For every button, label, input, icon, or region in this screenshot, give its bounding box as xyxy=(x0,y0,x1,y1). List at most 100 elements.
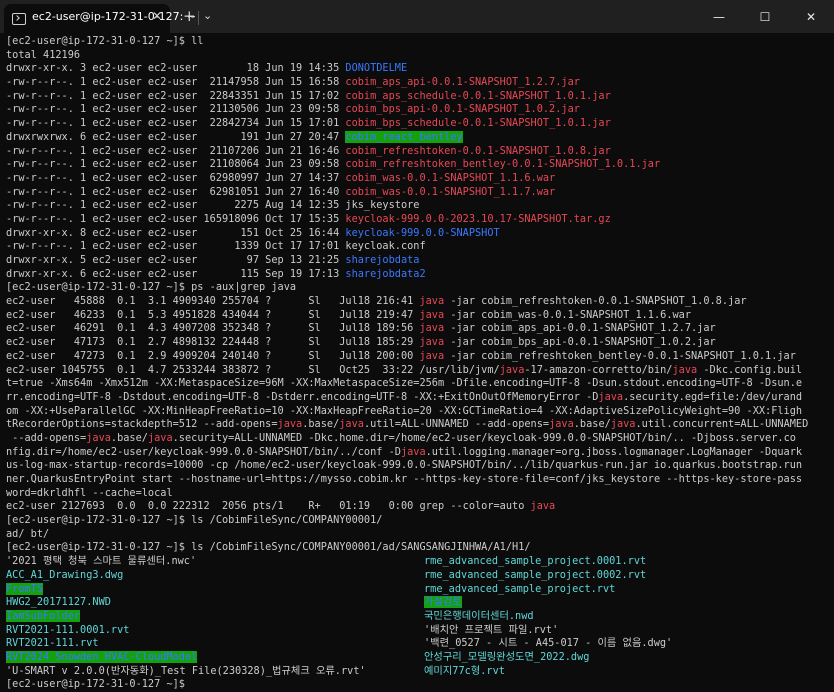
terminal-text: [ec2-user@ip-172-31-0-127 ~]$ ls /CobimF… xyxy=(6,541,531,554)
terminal-line: -rw-r--r--. 1 ec2-user ec2-user 16591809… xyxy=(6,213,826,227)
tab-close-icon[interactable]: ✕ xyxy=(152,9,162,23)
terminal-line: ec2-user 47173 0.1 2.7 4898132 224448 ? … xyxy=(6,336,826,350)
terminal-line: [ec2-user@ip-172-31-0-127 ~]$ ll xyxy=(6,35,826,49)
terminal-text: -17-amazon-corretto/bin/ xyxy=(524,363,673,376)
terminal-text: -rw-r--r--. 1 ec2-user ec2-user 21130506… xyxy=(6,103,346,116)
terminal-text: --add-opens= xyxy=(6,431,87,444)
terminal-text: .util.logging.manager=org.jboss.logmanag… xyxy=(425,445,803,458)
terminal-line: drwxr-xr-x. 5 ec2-user ec2-user 97 Sep 1… xyxy=(6,254,826,268)
terminal-text: rr.encoding=UTF-8 -Dstdout.encoding=UTF-… xyxy=(6,390,599,403)
terminal-text: .base/ xyxy=(302,418,340,431)
terminal-text: java xyxy=(598,390,624,403)
terminal-text: java xyxy=(419,308,445,321)
terminal-line: drwxr-xr-x. 3 ec2-user ec2-user 18 Jun 1… xyxy=(6,62,826,76)
new-tab-button[interactable]: + xyxy=(183,7,196,25)
terminal-line: om -XX:+UseParallelGC -XX:MinHeapFreeRat… xyxy=(6,405,826,419)
tab-divider xyxy=(198,11,199,25)
terminal-text: 국민은행데이터센터.nwd xyxy=(424,609,534,622)
terminal-text: -jar cobim_bps_api-0.0.1-SNAPSHOT_1.0.2.… xyxy=(444,336,716,349)
listing-row: IamSubFolder 국민은행데이터센터.nwd xyxy=(6,609,826,624)
terminal-text: cobim_aps_schedule-0.0.1-SNAPSHOT_1.0.1.… xyxy=(345,89,611,102)
listing-row: RVT2021-111.0001.rvt '배치안 프로젝트 파일.rvt' xyxy=(6,624,826,638)
terminal-text: RVT2021-111.rvt xyxy=(6,637,99,650)
terminal-text: RVT2021-111.0001.rvt xyxy=(6,623,130,636)
terminal-text: cobim_bps_schedule-0.0.1-SNAPSHOT_1.0.1.… xyxy=(345,117,611,130)
terminal-line: word=dkrldhfl --cache=local xyxy=(6,487,826,501)
terminal-text: -jar cobim_refreshtoken_bentley-0.0.1-SN… xyxy=(444,349,796,362)
terminal-line: -rw-r--r--. 1 ec2-user ec2-user 21147958… xyxy=(6,76,826,90)
terminal-text: us-log-max-startup-records=10000 -cp /ho… xyxy=(6,459,803,472)
maximize-button[interactable]: ☐ xyxy=(742,0,788,33)
terminal-line: --add-opens=java.base/java.security=ALL-… xyxy=(6,432,826,446)
terminal-tab[interactable]: ec2-user@ip-172-31-0-127: ~ ✕ xyxy=(4,4,196,33)
directory-entry: 가설검토 xyxy=(424,596,462,609)
terminal-line: drwxr-xr-x. 8 ec2-user ec2-user 151 Oct … xyxy=(6,227,826,241)
terminal-text: ec2-user 47173 0.1 2.7 4898132 224448 ? … xyxy=(6,336,420,349)
terminal-line: tRecorderOptions=stackdepth=512 --add-op… xyxy=(6,418,826,432)
terminal-text: [ec2-user@ip-172-31-0-127 ~]$ ls /CobimF… xyxy=(6,514,383,527)
shell-prompt[interactable]: [ec2-user@ip-172-31-0-127 ~]$ xyxy=(6,678,826,692)
terminal-line: ec2-user 2127693 0.0 0.0 222312 2056 pts… xyxy=(6,500,826,514)
listing-right-column: rme_advanced_sample_project.0002.rvt xyxy=(424,569,646,583)
terminal-line: ec2-user 45888 0.1 3.1 4909340 255704 ? … xyxy=(6,295,826,309)
terminal-text: tRecorderOptions=stackdepth=512 --add-op… xyxy=(6,418,278,431)
listing-right-column: '배치안 프로젝트 파일.rvt' xyxy=(424,624,558,638)
terminal-text: ec2-user 46233 0.1 5.3 4951828 434044 ? … xyxy=(6,308,420,321)
terminal-text: java xyxy=(339,418,364,431)
listing-right-column: 국민은행데이터센터.nwd xyxy=(424,610,534,624)
terminal-text: total 412196 xyxy=(6,48,81,61)
terminal-line: rr.encoding=UTF-8 -Dstdout.encoding=UTF-… xyxy=(6,391,826,405)
terminal-text: java xyxy=(499,363,525,376)
listing-right-column: '백련_0527 - 시트 - A45-017 - 이름 없음.dwg' xyxy=(424,637,672,651)
listing-row: '2021 평택 청북 스마트 물류센터.nwc' rme_advanced_sa… xyxy=(6,555,826,569)
terminal-line: ec2-user 1045755 0.1 4.7 2533244 383872 … xyxy=(6,364,826,378)
terminal-text: sharejobdata xyxy=(345,254,420,266)
terminal-text: .base/ xyxy=(110,431,148,444)
terminal-text: rme_advanced_sample_project.0001.rvt xyxy=(424,555,647,568)
terminal-text: ec2-user 2127693 0.0 0.0 222312 2056 pts… xyxy=(6,500,531,513)
terminal-text: 예미지77c형.rvt xyxy=(424,664,505,677)
terminal-text: drwxr-xr-x. 8 ec2-user ec2-user 151 Oct … xyxy=(6,226,346,239)
listing-row: ACC_A1_Drawing3.dwg rme_advanced_sample_p… xyxy=(6,569,826,583)
terminal-text: ec2-user 47273 0.1 2.9 4909204 240140 ? … xyxy=(6,349,420,362)
terminal-line: us-log-max-startup-records=10000 -cp /ho… xyxy=(6,459,826,473)
minimize-button[interactable]: — xyxy=(696,0,742,33)
terminal-text: ACC_A1_Drawing3.dwg xyxy=(6,568,124,581)
title-bar: ec2-user@ip-172-31-0-127: ~ ✕ + ⌄ — ☐ ✕ xyxy=(0,0,834,33)
terminal-text: java xyxy=(549,418,574,431)
listing-row: RVT2024_Snowden_HVAC-CloudModel 안성구리_모델링완… xyxy=(6,650,826,665)
terminal-text: -rw-r--r--. 1 ec2-user ec2-user 16591809… xyxy=(6,212,346,225)
terminal-text: 'U-SMART v 2.0.0(반자동화)_Test File(230328)… xyxy=(6,664,366,677)
terminal-line: -rw-r--r--. 1 ec2-user ec2-user 21108064… xyxy=(6,158,826,172)
terminal-line: ner.QuarkusEntryPoint start --hostname-u… xyxy=(6,473,826,487)
terminal-text: drwxr-xr-x. 5 ec2-user ec2-user 97 Sep 1… xyxy=(6,254,346,266)
terminal-text: .security=ALL-UNNAMED -Dkc.home.dir=/hom… xyxy=(172,431,796,444)
listing-right-column: rme_advanced_sample_project.0001.rvt xyxy=(424,555,646,569)
terminal-text: java xyxy=(610,418,636,431)
terminal-text: -rw-r--r--. 1 ec2-user ec2-user 1339 Oct… xyxy=(6,240,426,253)
terminal-line: ad/ bt/ xyxy=(6,528,826,542)
close-window-button[interactable]: ✕ xyxy=(788,0,834,33)
directory-entry: FromTS xyxy=(6,582,44,595)
terminal-text: ad/ bt/ xyxy=(6,527,50,540)
terminal-icon xyxy=(12,13,26,25)
terminal-text: java xyxy=(419,322,445,335)
directory-entry: cobim_react_bentley xyxy=(345,130,463,143)
terminal-text: sharejobdata2 xyxy=(345,267,426,280)
terminal-text: java xyxy=(672,363,698,376)
terminal-text: -rw-r--r--. 1 ec2-user ec2-user 22842734… xyxy=(6,117,346,130)
dropdown-chevron-icon[interactable]: ⌄ xyxy=(203,9,212,22)
terminal-text: rme_advanced_sample_project.0002.rvt xyxy=(424,568,647,581)
terminal-text: -rw-r--r--. 1 ec2-user ec2-user 21147958… xyxy=(6,76,346,89)
terminal-text: cobim_refreshtoken-0.0.1-SNAPSHOT_1.0.8.… xyxy=(345,144,611,157)
listing-row: HWG2_20171127.NWD 가설검토 xyxy=(6,596,826,610)
terminal-text: .util=ALL-UNNAMED --add-opens= xyxy=(363,418,550,431)
terminal-text: ec2-user 45888 0.1 3.1 4909340 255704 ? … xyxy=(6,295,420,308)
terminal-output[interactable]: [ec2-user@ip-172-31-0-127 ~]$ ll total 41… xyxy=(6,35,826,692)
terminal-line: t=true -Xms64m -Xmx512m -XX:MetaspaceSiz… xyxy=(6,377,826,391)
terminal-text: drwxrwxrwx. 6 ec2-user ec2-user 191 Jun … xyxy=(6,130,346,143)
terminal-line: -rw-r--r--. 1 ec2-user ec2-user 21107206… xyxy=(6,145,826,159)
terminal-line: ec2-user 46291 0.1 4.3 4907208 352348 ? … xyxy=(6,322,826,336)
terminal-text: java xyxy=(400,445,426,458)
listing-row: RVT2021-111.rvt '백련_0527 - 시트 - A45-017 -… xyxy=(6,637,826,651)
